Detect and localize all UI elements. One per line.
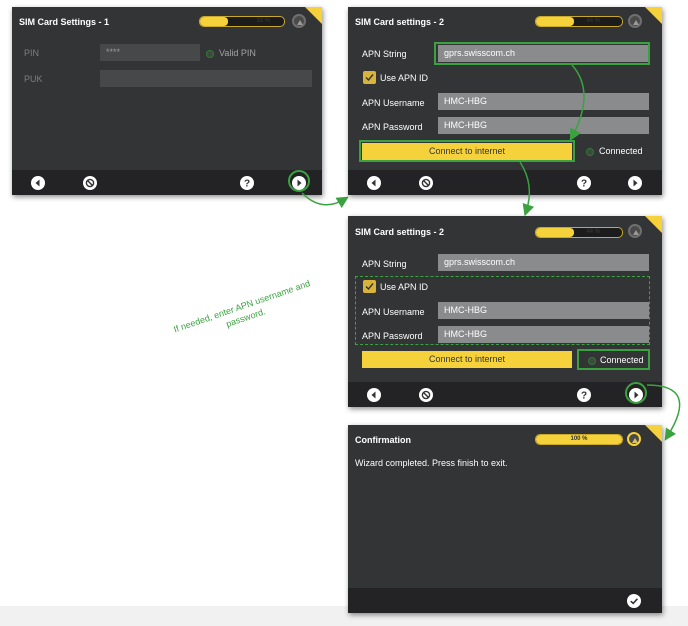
apn-username-field[interactable]: HMC-HBG [438,93,649,110]
progress-bar: 33 % [199,16,285,27]
cancel-icon [421,390,431,400]
help-circle-icon[interactable] [627,432,641,446]
use-apn-checkbox[interactable] [363,71,376,84]
finish-button[interactable] [627,594,641,608]
help-circle-icon[interactable] [628,224,642,238]
apn-password-field[interactable]: HMC-HBG [438,117,649,134]
svg-text:?: ? [581,391,587,402]
help-icon: ? [581,391,587,402]
apn-password-label: APN Password [362,122,423,132]
apn-string-field[interactable]: gprs.swisscom.ch [438,254,649,271]
next-button-highlight [288,170,310,192]
footer-bar: ? [12,170,322,195]
page-title: Confirmation [355,435,411,445]
back-arrow-icon [371,391,376,399]
cancel-button[interactable] [419,388,433,402]
corner-marker [305,7,322,24]
apn-string-label: APN String [362,259,407,269]
help-icon: ? [581,179,587,190]
back-button[interactable] [367,176,381,190]
back-arrow-icon [35,179,40,187]
corner-marker [645,216,662,233]
connection-status-text: Connected [599,146,643,156]
footer-bar [348,588,662,613]
pin-status-text: Valid PIN [219,48,256,58]
back-button[interactable] [367,388,381,402]
puk-field[interactable] [100,70,312,87]
footer-bar: ? [348,382,662,407]
cancel-button[interactable] [419,176,433,190]
annotation-note: If needed, enter APN username and passwo… [172,277,316,346]
corner-marker [645,425,662,442]
apn-username-label: APN Username [362,98,425,108]
help-button[interactable]: ? [240,176,254,190]
page-title: SIM Card settings - 2 [355,227,445,237]
back-button[interactable] [31,176,45,190]
connection-status-icon [586,148,594,156]
puk-label: PUK [24,74,43,84]
cancel-icon [85,178,95,188]
corner-marker [645,7,662,24]
progress-text: 100 % [570,436,588,442]
svg-text:?: ? [244,179,250,190]
apn-string-label: APN String [362,49,407,59]
sim-settings-2-panel: SIM Card settings - 2 44 % APN String gp… [348,7,662,195]
svg-text:?: ? [581,179,587,190]
page-title: SIM Card Settings - 1 [19,17,110,27]
confirmation-message: Wizard completed. Press finish to exit. [355,458,508,468]
progress-text: 33 % [256,18,270,24]
back-arrow-icon [371,179,376,187]
progress-bar: 44 % [535,16,623,27]
confirmation-panel: Confirmation 100 % Wizard completed. Pre… [348,425,662,613]
cancel-button[interactable] [83,176,97,190]
next-button-highlight [625,382,647,404]
footer-bar: ? [348,170,662,195]
checkmark-icon [365,74,374,82]
sim-settings-1-panel: SIM Card Settings - 1 33 % PIN **** Vali… [12,7,322,195]
pin-field[interactable]: **** [100,44,200,61]
progress-bar: 44 % [535,227,623,238]
help-circle-icon[interactable] [292,14,306,28]
check-icon [630,598,638,605]
help-circle-icon[interactable] [628,14,642,28]
progress-text: 44 % [586,18,600,24]
progress-text: 44 % [586,229,600,235]
page-title: SIM Card settings - 2 [355,17,445,27]
pin-status-icon [206,50,214,58]
progress-bar: 100 % [535,434,623,445]
next-arrow-icon [633,179,638,187]
next-button[interactable] [628,176,642,190]
pin-label: PIN [24,48,40,58]
connect-button-highlight [359,140,575,162]
apn-string-highlight [434,42,650,65]
help-icon: ? [244,179,250,190]
apn-credentials-highlight [355,276,650,345]
connected-status-highlight [577,349,650,370]
use-apn-label: Use APN ID [380,73,429,83]
help-button[interactable]: ? [577,176,591,190]
help-button[interactable]: ? [577,388,591,402]
cancel-icon [421,178,431,188]
connect-button[interactable]: Connect to internet [362,351,572,368]
